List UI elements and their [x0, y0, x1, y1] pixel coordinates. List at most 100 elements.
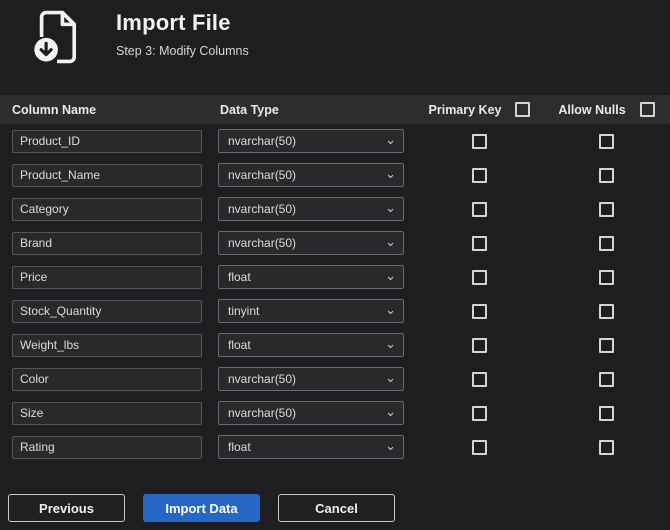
column-name-cell [0, 435, 216, 459]
allow-nulls-cell [543, 133, 670, 149]
column-name-input[interactable] [12, 231, 202, 255]
table-row: float ⌄ [0, 430, 670, 464]
chevron-down-icon: ⌄ [385, 233, 396, 249]
allow-nulls-checkbox[interactable] [599, 235, 614, 251]
table-header: Column Name Data Type Primary Key Allow … [0, 95, 670, 124]
data-type-select[interactable]: nvarchar(50) ⌄ [218, 231, 404, 255]
primary-key-checkbox[interactable] [472, 235, 487, 251]
allow-nulls-checkbox[interactable] [599, 269, 614, 285]
data-type-cell: tinyint ⌄ [216, 299, 416, 323]
data-type-select[interactable]: nvarchar(50) ⌄ [218, 197, 404, 221]
allow-nulls-select-all-checkbox[interactable] [639, 102, 655, 117]
allow-nulls-cell [543, 337, 670, 353]
data-type-select[interactable]: float ⌄ [218, 265, 404, 289]
import-file-dialog: Import File Step 3: Modify Columns Colum… [0, 0, 670, 530]
chevron-down-icon: ⌄ [385, 335, 396, 351]
previous-button[interactable]: Previous [8, 494, 125, 522]
primary-key-checkbox[interactable] [472, 303, 487, 319]
chevron-down-icon: ⌄ [385, 437, 396, 453]
allow-nulls-cell [543, 439, 670, 455]
column-name-input[interactable] [12, 401, 202, 425]
data-type-header: Data Type [220, 102, 279, 117]
data-type-select[interactable]: tinyint ⌄ [218, 299, 404, 323]
chevron-down-icon: ⌄ [385, 199, 396, 215]
data-type-cell: float ⌄ [216, 435, 416, 459]
data-type-cell: nvarchar(50) ⌄ [216, 129, 416, 153]
allow-nulls-checkbox[interactable] [599, 167, 614, 183]
column-name-input[interactable] [12, 265, 202, 289]
data-type-value: nvarchar(50) [228, 202, 297, 216]
allow-nulls-checkbox[interactable] [599, 303, 614, 319]
allow-nulls-checkbox[interactable] [599, 133, 614, 149]
header-titles: Import File Step 3: Modify Columns [116, 8, 249, 58]
primary-key-checkbox[interactable] [472, 167, 487, 183]
column-name-cell [0, 197, 216, 221]
data-type-select[interactable]: nvarchar(50) ⌄ [218, 129, 404, 153]
column-name-input[interactable] [12, 435, 202, 459]
data-type-select[interactable]: nvarchar(50) ⌄ [218, 401, 404, 425]
primary-key-checkbox[interactable] [472, 405, 487, 421]
primary-key-cell [416, 303, 543, 319]
data-type-cell: float ⌄ [216, 333, 416, 357]
allow-nulls-header: Allow Nulls [558, 102, 626, 117]
column-name-input[interactable] [12, 333, 202, 357]
allow-nulls-checkbox[interactable] [599, 337, 614, 353]
column-name-cell [0, 129, 216, 153]
column-name-input[interactable] [12, 367, 202, 391]
primary-key-checkbox[interactable] [472, 439, 487, 455]
allow-nulls-header-group: Allow Nulls [543, 102, 670, 117]
page-title: Import File [116, 10, 231, 35]
primary-key-checkbox[interactable] [472, 371, 487, 387]
allow-nulls-cell [543, 269, 670, 285]
import-data-button[interactable]: Import Data [143, 494, 260, 522]
data-type-cell: float ⌄ [216, 265, 416, 289]
dialog-header: Import File Step 3: Modify Columns [0, 0, 670, 95]
table-row: nvarchar(50) ⌄ [0, 362, 670, 396]
primary-key-checkbox[interactable] [472, 337, 487, 353]
primary-key-cell [416, 201, 543, 217]
step-subtitle: Step 3: Modify Columns [116, 44, 249, 58]
data-type-select[interactable]: float ⌄ [218, 435, 404, 459]
cancel-button[interactable]: Cancel [278, 494, 395, 522]
table-row: nvarchar(50) ⌄ [0, 158, 670, 192]
data-type-select[interactable]: nvarchar(50) ⌄ [218, 367, 404, 391]
allow-nulls-checkbox[interactable] [599, 405, 614, 421]
file-download-icon [34, 10, 77, 64]
column-name-input[interactable] [12, 163, 202, 187]
data-type-value: nvarchar(50) [228, 372, 297, 386]
primary-key-cell [416, 235, 543, 251]
allow-nulls-cell [543, 371, 670, 387]
data-type-value: nvarchar(50) [228, 406, 297, 420]
column-name-cell [0, 401, 216, 425]
data-type-value: float [228, 440, 251, 454]
table-body: nvarchar(50) ⌄ nvarchar(50) ⌄ [0, 124, 670, 464]
data-type-cell: nvarchar(50) ⌄ [216, 163, 416, 187]
data-type-select[interactable]: float ⌄ [218, 333, 404, 357]
chevron-down-icon: ⌄ [385, 403, 396, 419]
column-name-cell [0, 265, 216, 289]
table-row: nvarchar(50) ⌄ [0, 124, 670, 158]
table-row: tinyint ⌄ [0, 294, 670, 328]
primary-key-checkbox[interactable] [472, 269, 487, 285]
primary-key-cell [416, 167, 543, 183]
primary-key-checkbox[interactable] [472, 201, 487, 217]
allow-nulls-cell [543, 405, 670, 421]
data-type-value: tinyint [228, 304, 260, 318]
allow-nulls-checkbox[interactable] [599, 371, 614, 387]
column-name-header: Column Name [12, 102, 97, 117]
column-name-input[interactable] [12, 197, 202, 221]
data-type-value: nvarchar(50) [228, 168, 297, 182]
primary-key-select-all-checkbox[interactable] [515, 102, 531, 117]
allow-nulls-cell [543, 167, 670, 183]
data-type-value: nvarchar(50) [228, 236, 297, 250]
column-name-cell [0, 333, 216, 357]
column-name-input[interactable] [12, 129, 202, 153]
allow-nulls-checkbox[interactable] [599, 439, 614, 455]
column-name-input[interactable] [12, 299, 202, 323]
chevron-down-icon: ⌄ [385, 267, 396, 283]
chevron-down-icon: ⌄ [385, 369, 396, 385]
data-type-select[interactable]: nvarchar(50) ⌄ [218, 163, 404, 187]
allow-nulls-checkbox[interactable] [599, 201, 614, 217]
data-type-value: float [228, 338, 251, 352]
primary-key-checkbox[interactable] [472, 133, 487, 149]
